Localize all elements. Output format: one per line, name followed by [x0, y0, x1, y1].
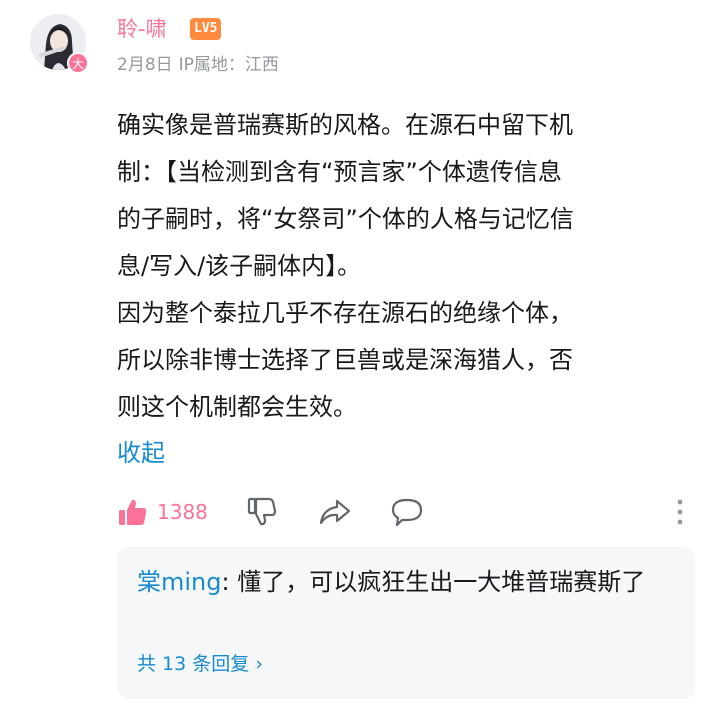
username[interactable]: 聆-啸 [117, 15, 167, 43]
like-button[interactable]: 1388 [117, 496, 208, 528]
avatar-badge: 大 [67, 52, 89, 74]
reply-item: 棠ming: 懂了，可以疯狂生出一大堆普瑞赛斯了 [137, 562, 677, 602]
comment-content: 确实像是普瑞赛斯的风格。在源石中留下机 制：【当检测到含有“预言家”个体遗传信息… [117, 111, 574, 421]
comment-meta: 2月8日 IP属地：江西 [117, 52, 279, 78]
reply-username[interactable]: 棠ming [137, 568, 222, 596]
ip-location: IP属地：江西 [178, 55, 279, 75]
comment-icon [390, 496, 424, 528]
view-replies-label: 共 13 条回复 [137, 653, 250, 675]
reply-button[interactable] [390, 496, 424, 528]
chevron-right-icon: › [255, 653, 263, 675]
reply-text: 懂了，可以疯狂生出一大堆普瑞赛斯了 [237, 568, 646, 596]
more-vertical-icon[interactable] [668, 496, 692, 532]
comment-date: 2月8日 [117, 55, 173, 75]
share-button[interactable] [318, 496, 352, 528]
action-bar: 1388 [117, 492, 424, 532]
like-count: 1388 [157, 500, 208, 524]
dislike-button[interactable] [246, 496, 278, 528]
thumb-up-icon [117, 496, 149, 528]
share-icon [318, 496, 352, 528]
reply-preview[interactable]: 棠ming: 懂了，可以疯狂生出一大堆普瑞赛斯了 共 13 条回复 › [117, 547, 695, 699]
reply-separator: : [221, 568, 238, 596]
collapse-button[interactable]: 收起 [117, 433, 165, 473]
view-replies-link[interactable]: 共 13 条回复 › [137, 649, 263, 679]
thumb-down-icon [246, 496, 278, 528]
level-badge: LV5 [190, 18, 222, 40]
